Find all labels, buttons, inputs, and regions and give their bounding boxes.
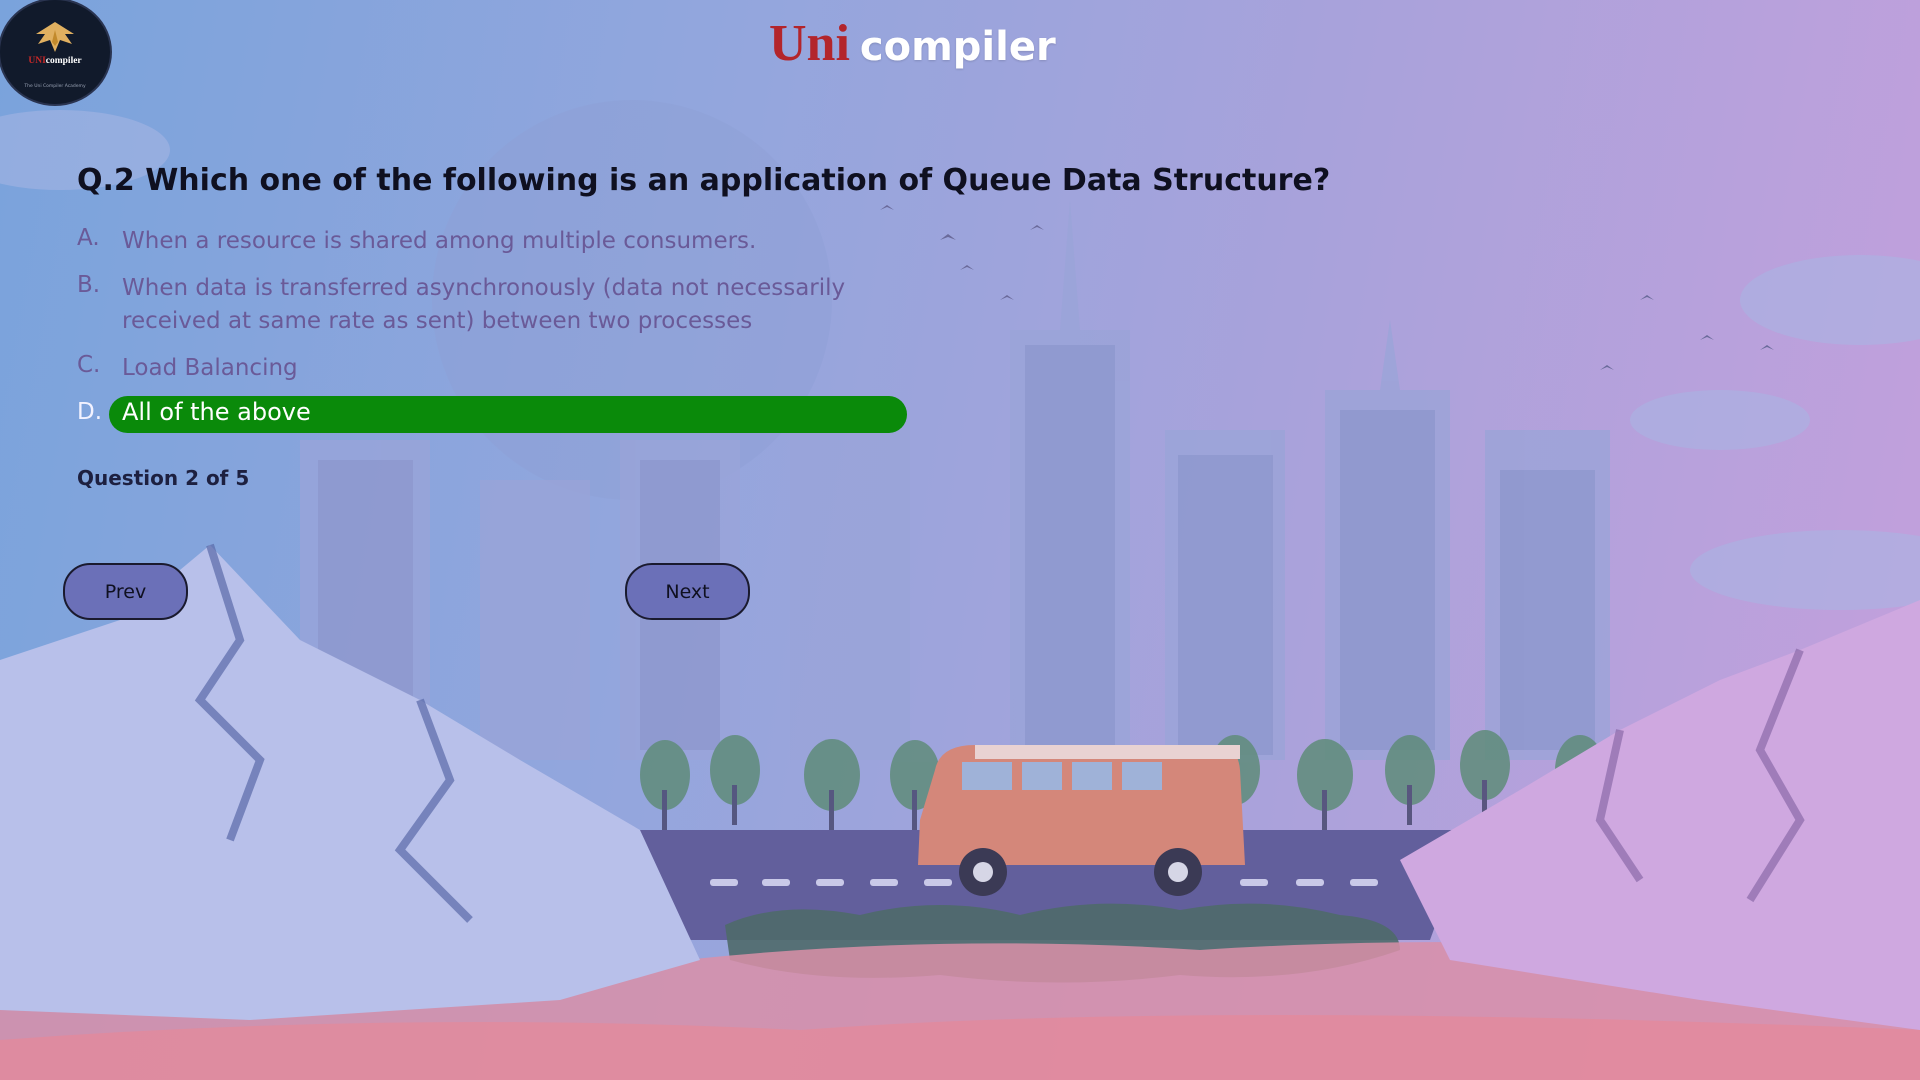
question-text: Q.2 Which one of the following is an app… bbox=[77, 163, 1331, 198]
option-letter: B. bbox=[77, 272, 101, 298]
logo-tagline: The Uni Compiler Academy bbox=[24, 84, 86, 89]
option-d-text[interactable]: All of the above bbox=[122, 398, 311, 426]
option-text-line-2: received at same rate as sent) between t… bbox=[122, 308, 753, 334]
option-text: When a resource is shared among multiple… bbox=[122, 228, 757, 254]
option-text: Load Balancing bbox=[122, 355, 298, 381]
option-letter: C. bbox=[77, 352, 101, 378]
prev-button[interactable]: Prev bbox=[63, 563, 188, 620]
background-cityscape-illustration bbox=[0, 100, 1920, 1080]
option-letter: A. bbox=[77, 225, 100, 251]
option-text-line-1: When data is transferred asynchronously … bbox=[122, 275, 846, 301]
brand-uni-text: Uni bbox=[769, 15, 850, 72]
unicompiler-logo[interactable]: UNIcompiler The Uni Compiler Academy bbox=[0, 0, 110, 104]
brand-compiler-text: compiler bbox=[859, 24, 1056, 70]
next-button[interactable]: Next bbox=[625, 563, 750, 620]
logo-wordmark: UNIcompiler bbox=[28, 56, 82, 66]
app-title: Uni compiler bbox=[769, 14, 1056, 73]
question-progress: Question 2 of 5 bbox=[77, 466, 250, 490]
